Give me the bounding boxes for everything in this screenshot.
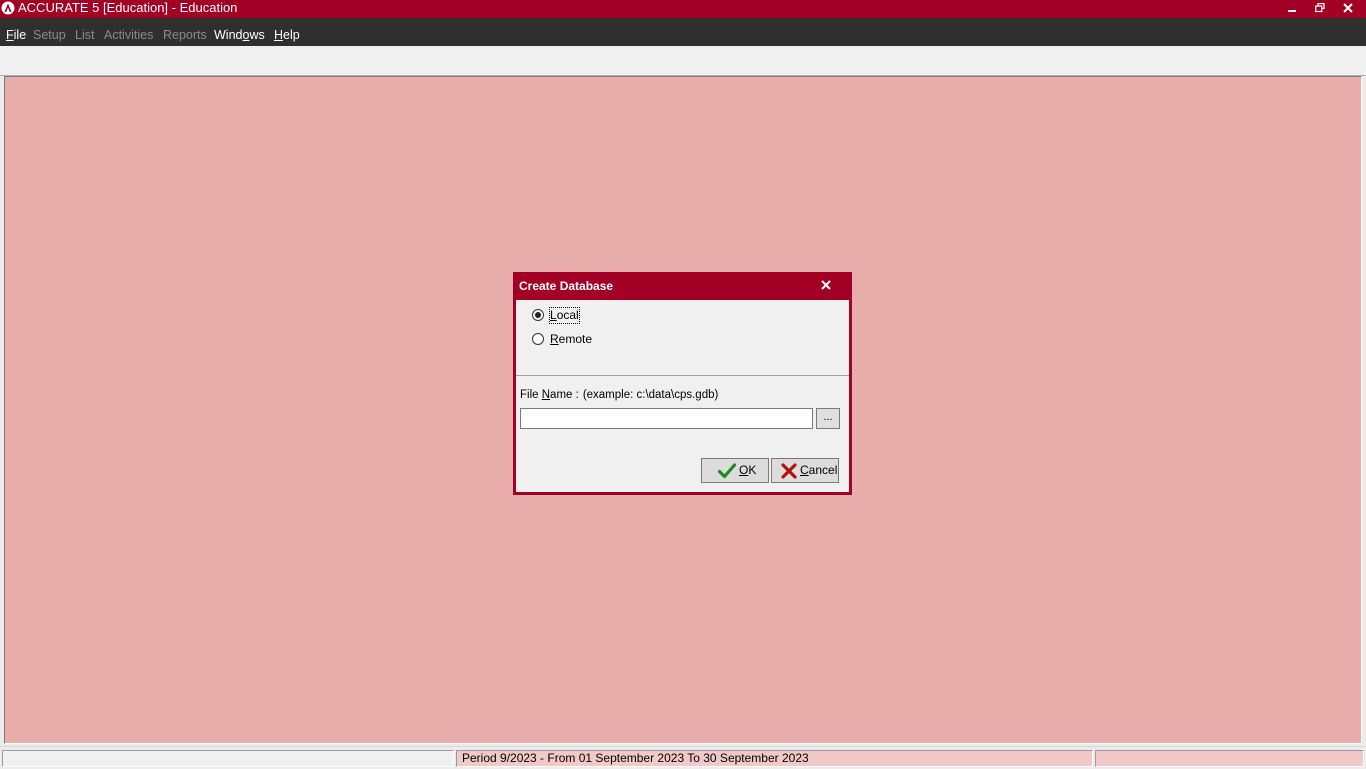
file-name-label: File Name : (example: c:\data\cps.gdb) <box>520 389 719 401</box>
radio-remote-circle[interactable] <box>532 333 544 345</box>
ok-label: OK <box>739 463 757 477</box>
minimize-icon <box>1288 10 1296 12</box>
menu-bar: File Setup List Activities Reports Windo… <box>0 18 1366 46</box>
dialog-close-icon[interactable] <box>819 279 833 291</box>
title-bar: ACCURATE 5 [Education] - Education <box>0 0 1366 18</box>
ok-button[interactable]: OK <box>701 458 769 483</box>
radio-local-label[interactable]: Local <box>549 307 580 324</box>
close-icon <box>1343 3 1353 13</box>
menu-windows[interactable]: Windows <box>214 18 265 46</box>
create-database-dialog: Create Database Local Remote File Name :… <box>513 272 852 495</box>
status-pane-right <box>1095 750 1364 767</box>
cancel-label: Cancel <box>800 463 838 477</box>
status-pane-left <box>2 750 454 767</box>
status-pane-period: Period 9/2023 - From 01 September 2023 T… <box>456 750 1093 767</box>
menu-setup[interactable]: Setup <box>33 18 66 46</box>
file-name-example: (example: c:\data\cps.gdb) <box>582 389 719 401</box>
checkmark-icon <box>718 463 736 479</box>
app-logo-icon <box>1 1 15 15</box>
restore-icon <box>1315 3 1325 13</box>
radio-remote-label[interactable]: Remote <box>550 332 592 347</box>
browse-button[interactable]: ... <box>816 408 840 429</box>
cancel-button[interactable]: Cancel <box>771 458 839 483</box>
toolbar <box>0 46 1366 76</box>
status-period-text: Period 9/2023 - From 01 September 2023 T… <box>462 751 809 765</box>
status-bar: Period 9/2023 - From 01 September 2023 T… <box>0 746 1366 769</box>
minimize-button[interactable] <box>1282 0 1302 16</box>
menu-file[interactable]: File <box>6 18 26 46</box>
dialog-title: Create Database <box>519 279 614 293</box>
close-button[interactable] <box>1338 0 1358 16</box>
dialog-body: Local Remote File Name : (example: c:\dat… <box>516 300 849 492</box>
cancel-x-icon <box>781 463 797 479</box>
database-type-group: Local Remote <box>516 300 849 376</box>
radio-selected-dot <box>535 312 541 318</box>
menu-list[interactable]: List <box>75 18 94 46</box>
menu-activities[interactable]: Activities <box>104 18 153 46</box>
menu-help[interactable]: Help <box>274 18 300 46</box>
restore-button[interactable] <box>1310 0 1330 16</box>
radio-local-circle[interactable] <box>532 309 544 321</box>
window-title: ACCURATE 5 [Education] - Education <box>18 0 238 15</box>
file-name-input[interactable] <box>520 408 813 429</box>
menu-reports[interactable]: Reports <box>163 18 207 46</box>
